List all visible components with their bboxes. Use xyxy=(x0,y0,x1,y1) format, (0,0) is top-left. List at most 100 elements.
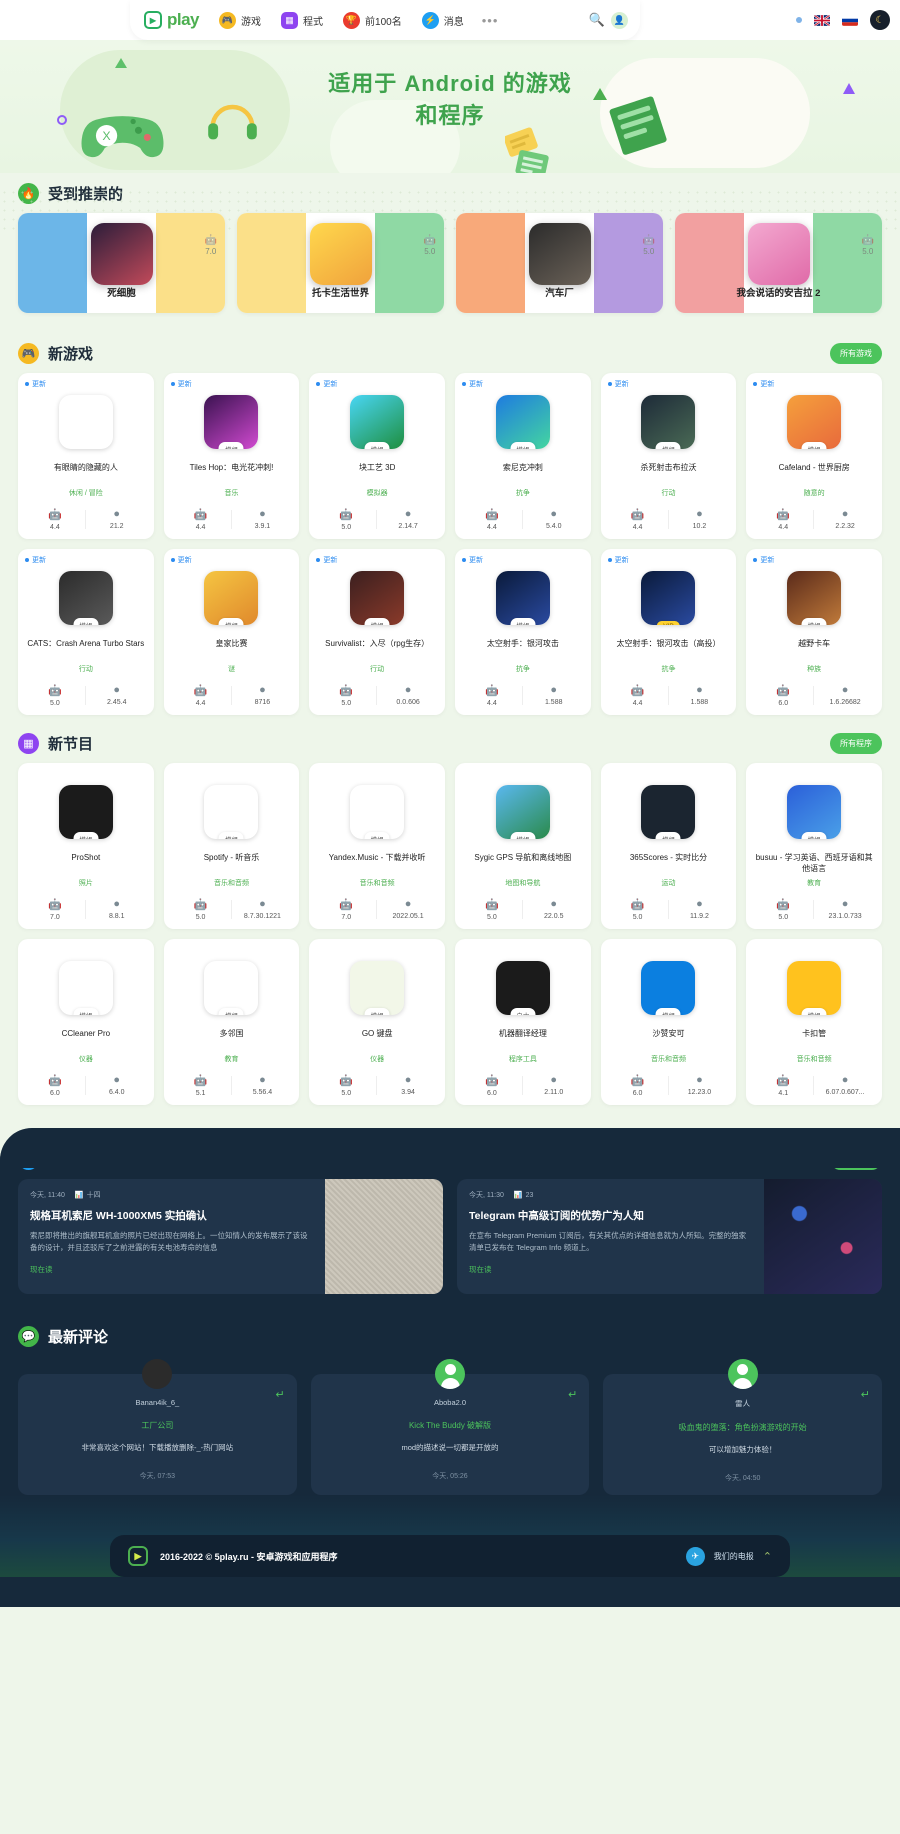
app-version-value: 2.45.4 xyxy=(107,699,127,706)
app-card[interactable]: 更新模组皇家比赛谜 🤖 4.4 ● 8716 xyxy=(163,549,300,715)
telegram-label[interactable]: 我们的电报 xyxy=(714,1551,754,1562)
app-card[interactable]: 更新 有眼睛的隐藏的人 休闲 / 冒险 🤖 4.4 ● 21.2 xyxy=(18,373,154,539)
app-card[interactable]: 模组 Spotify - 听音乐音乐和音频 🤖 5.0 ● 8.7.30.1221 xyxy=(163,763,300,929)
version-icon: ● xyxy=(841,508,849,520)
app-card[interactable]: 更新模组越野卡车种族 🤖 6.0 ● 1.6.26682 xyxy=(746,549,882,715)
android-version-stat: 🤖 4.4 xyxy=(461,508,523,531)
app-version-stat: ● 2.14.7 xyxy=(377,508,439,531)
android-version-stat: 🤖 5.0 xyxy=(461,898,523,921)
app-card[interactable]: 更新 VIP 太空射手：银河攻击（高投） 抗争 🤖 4.4 ● 1.588 xyxy=(600,549,737,715)
featured-rating: 🤖 5.0 xyxy=(424,235,436,256)
comment-card[interactable]: ↵ 雷人 吸血鬼的堕落：角色扮演游戏的开始 可以增加魅力体验！ 今天, 04:50 xyxy=(603,1359,883,1496)
app-category: 教育 xyxy=(807,880,822,887)
all-games-button[interactable]: 所有游戏 xyxy=(830,342,882,364)
comment-app-name[interactable]: 工厂公司 xyxy=(30,1420,285,1431)
app-card[interactable]: 更新模组块工艺 3D 模拟器 🤖 5.0 ● 2.14.7 xyxy=(309,373,445,539)
comment-username: Banan4ik_6_ xyxy=(135,1398,180,1407)
android-version-stat: 🤖 7.0 xyxy=(315,898,378,921)
app-category: 抗争 xyxy=(661,666,676,673)
app-card[interactable]: 模组 365Scores - 实时比分运动 🤖 5.0 ● 11.9.2 xyxy=(600,763,737,929)
reply-icon[interactable]: ↵ xyxy=(861,1388,870,1401)
news-card[interactable]: 今天, 11:30 📊 23 Telegram 中高级订阅的优势广为人知 在宣布 Tel… xyxy=(457,1179,882,1294)
app-card[interactable]: 模组 ProShot 照片 🤖 7.0 ● 8.8.1 xyxy=(18,763,154,929)
nav-item-apps[interactable]: ▦ 程式 xyxy=(281,11,323,29)
android-version-stat: 🤖 5.1 xyxy=(170,1074,232,1097)
app-category: 照片 xyxy=(78,880,93,887)
version-icon: ● xyxy=(550,898,558,910)
all-apps-button[interactable]: 所有程序 xyxy=(830,732,882,754)
all-news-button[interactable]: 所有新闻 xyxy=(830,1148,882,1170)
app-icon: 自由 xyxy=(495,961,550,1015)
android-icon: 🤖 xyxy=(485,685,499,697)
news-time: 今天, 11:30 xyxy=(469,1192,504,1199)
android-icon: 🤖 xyxy=(193,1075,208,1087)
app-card[interactable]: 模组卡扣管音乐和音频 🤖 4.1 ● 6.07.0.607... xyxy=(746,939,882,1105)
nav-item-top100[interactable]: 🏆 前100名 xyxy=(343,11,402,29)
app-card[interactable]: 更新模组 Tiles Hop：电光花冲刺! 音乐 🤖 4.4 ● 3.9.1 xyxy=(163,373,300,539)
update-badge-label: 更新 xyxy=(177,557,192,564)
footer-logo-icon[interactable]: ▶ xyxy=(128,1546,148,1567)
news-read-link[interactable]: 现在读 xyxy=(30,1264,313,1275)
app-card[interactable]: 模组 GO 键盘仪器 🤖 5.0 ● 3.94 xyxy=(309,939,445,1105)
comment-app-name[interactable]: Kick The Buddy 破解版 xyxy=(323,1420,578,1431)
app-card[interactable]: 模组沙赞安可音乐和音频 🤖 6.0 ● 12.23.0 xyxy=(600,939,737,1105)
app-icon: VIP xyxy=(641,571,696,625)
mod-badge: 模组 xyxy=(218,442,244,449)
app-card[interactable]: 模组 busuu - 学习英语、西班牙语和其他语言教育 🤖 5.0 ● 23.1.0.73… xyxy=(746,763,882,929)
app-card[interactable]: 更新模组 Survivalist：入尽（rpg生存） 行动 🤖 5.0 ● 0.0.606 xyxy=(309,549,445,715)
nav-item-news[interactable]: ⚡ 消息 xyxy=(421,11,464,29)
flag-en-icon[interactable] xyxy=(814,14,830,26)
featured-card[interactable]: 🤖 5.0 汽车厂 xyxy=(456,213,663,313)
moon-icon[interactable]: ☾ xyxy=(870,10,890,30)
app-card[interactable]: 模组多邻国教育 🤖 5.1 ● 5.56.4 xyxy=(163,939,300,1105)
app-icon: 模组 xyxy=(641,395,696,449)
app-name: GO 键盘 xyxy=(361,1029,393,1038)
nav-item-games[interactable]: 🎮 游戏 xyxy=(219,11,261,29)
news-read-link[interactable]: 现在读 xyxy=(469,1264,752,1275)
app-icon: 模组 xyxy=(787,961,842,1015)
app-icon: 模组 xyxy=(495,785,550,839)
app-card[interactable]: 模组 CCleaner Pro 仪器 🤖 6.0 ● 6.4.0 xyxy=(18,939,154,1105)
mod-badge: 模组 xyxy=(801,832,827,839)
android-icon: 🤖 xyxy=(48,509,62,521)
app-card[interactable]: 更新模组杀死射击布拉沃行动 🤖 4.4 ● 10.2 xyxy=(600,373,737,539)
comment-app-name[interactable]: 吸血鬼的堕落：角色扮演游戏的开始 xyxy=(615,1422,870,1433)
telegram-icon[interactable]: ✈ xyxy=(685,1546,705,1566)
app-version-value: 12.23.0 xyxy=(687,1089,712,1096)
app-version-value: 2.2.32 xyxy=(835,523,855,530)
mod-badge: 模组 xyxy=(73,1008,99,1015)
more-menu-button[interactable]: ••• xyxy=(482,13,499,28)
hero-title-line2: 和程序 xyxy=(415,102,485,128)
comment-card[interactable]: ↵ Banan4ik_6_ 工厂公司 非常喜欢这个网站！下载播放删除-_-热门网站 今天… xyxy=(18,1359,297,1496)
news-card[interactable]: 今天, 11:40 📊 十四 规格耳机索尼 WH-1000XM5 实拍确认 索尼即将推出… xyxy=(18,1179,443,1294)
app-card[interactable]: 模组 Yandex.Music - 下载并收听音乐和音频 🤖 7.0 ● 2022.05.… xyxy=(309,763,445,929)
android-icon: 🤖 xyxy=(48,685,62,697)
app-version-stat: ● 5.4.0 xyxy=(523,508,585,531)
reply-icon[interactable]: ↵ xyxy=(275,1388,284,1401)
flag-ru-icon[interactable] xyxy=(842,14,858,26)
android-icon: 🤖 xyxy=(630,509,645,521)
app-stats: 🤖 4.4 ● 21.2 xyxy=(24,498,148,531)
app-version-stat: ● 2.45.4 xyxy=(86,684,148,707)
search-icon[interactable]: 🔍 xyxy=(589,12,605,28)
app-card[interactable]: 模组 Sygic GPS 导航和离线地图地图和导航 🤖 5.0 ● 22.0.5 xyxy=(455,763,591,929)
featured-card[interactable]: 🤖 5.0 托卡生活世界 xyxy=(237,213,444,313)
app-card[interactable]: 更新模组索尼克冲刺抗争 🤖 4.4 ● 5.4.0 xyxy=(455,373,591,539)
section-header-new-games: 🎮 新游戏 所有游戏 xyxy=(0,333,900,373)
app-stats: 🤖 4.4 ● 10.2 xyxy=(607,498,731,531)
comment-card[interactable]: ↵ Aboba2.0 Kick The Buddy 破解版 mod的描述说一切都是开放… xyxy=(310,1359,590,1496)
user-icon[interactable]: 👤 xyxy=(611,11,628,29)
reply-icon[interactable]: ↵ xyxy=(568,1388,577,1401)
featured-card[interactable]: 🤖 5.0 我会说话的安吉拉 2 xyxy=(675,213,882,313)
featured-card[interactable]: 🤖 7.0 死细胞 xyxy=(18,213,225,313)
app-card[interactable]: 更新模组太空射手：银河攻击抗争 🤖 4.4 ● 1.588 xyxy=(455,549,591,715)
games-icon: 🎮 xyxy=(219,11,237,29)
lightning-icon: ⚡ xyxy=(421,11,439,29)
mod-badge: 模组 xyxy=(73,832,99,839)
chevron-up-icon[interactable]: ⌃ xyxy=(763,1550,772,1563)
site-logo[interactable]: ▶ play xyxy=(144,10,200,30)
app-card[interactable]: 自由机器翻译经理程序工具 🤖 6.0 ● 2.11.0 xyxy=(455,939,591,1105)
section-title-new-apps: 新节目 xyxy=(48,735,94,753)
app-card[interactable]: 更新模组 CATS：Crash Arena Turbo Stars 行动 🤖 5.0 ● 2… xyxy=(18,549,154,715)
app-card[interactable]: 更新模组 Cafeland - 世界厨房随意的 🤖 4.4 ● 2.2.32 xyxy=(746,373,882,539)
